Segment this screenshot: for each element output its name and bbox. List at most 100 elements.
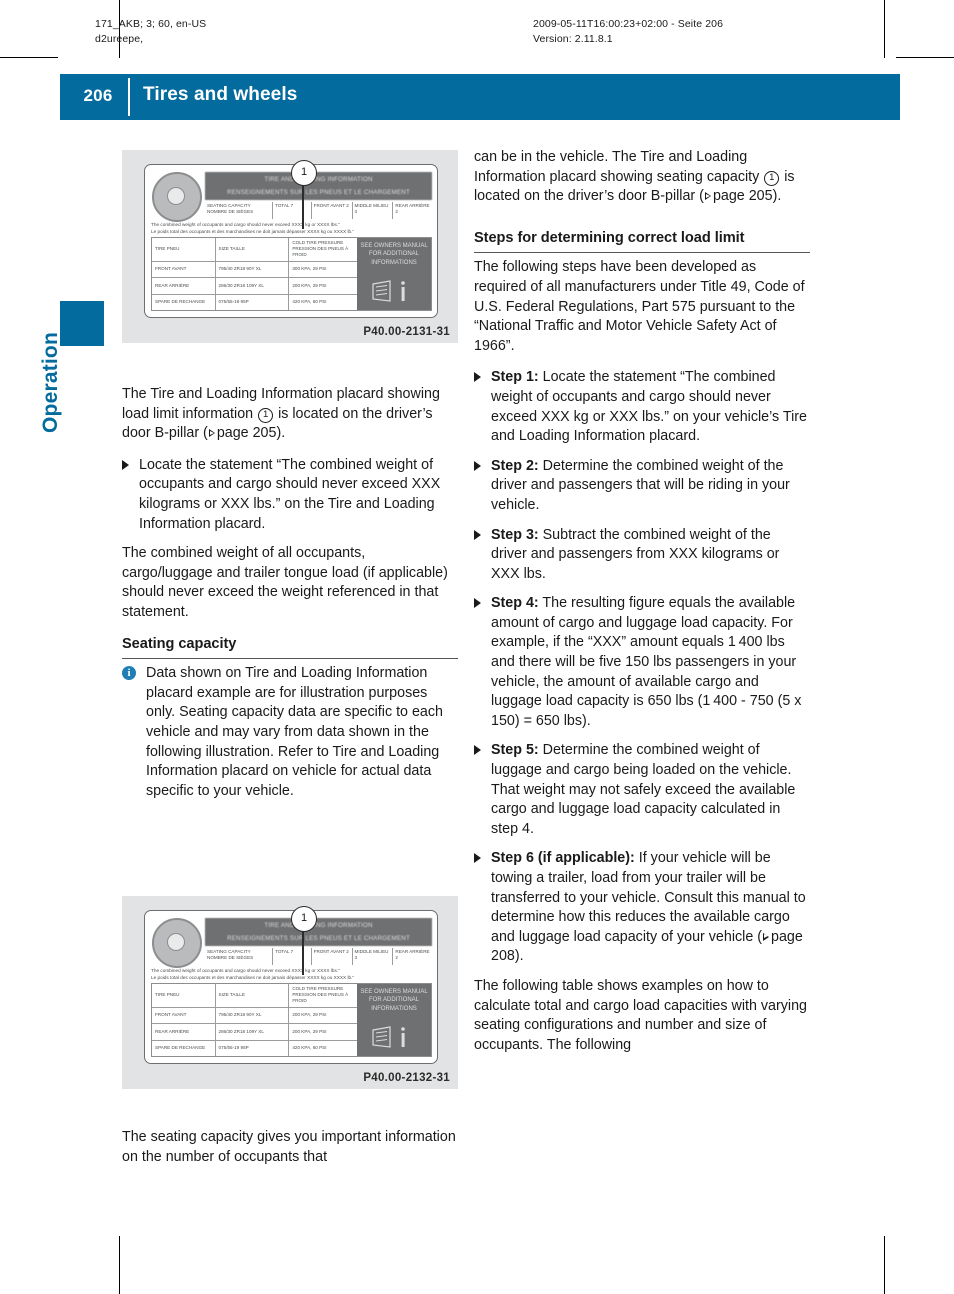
left-column: The Tire and Loading Information placard… [122, 385, 458, 813]
left-paragraph-seating-capacity-info: The seating capacity gives you important… [122, 1129, 456, 1165]
right-paragraph-placard-seating: can be in the vehicle. The Tire and Load… [474, 148, 810, 207]
info-icon: i [122, 666, 136, 681]
step-item-1: Step 1: Locate the statement “The combin… [474, 368, 810, 446]
cross-reference-icon [208, 429, 215, 438]
running-head-right: 2009-05-11T16:00:23+02:00 - Seite 206 Ve… [533, 17, 723, 47]
seat-cell-label: REAR ARRIÈRE [395, 203, 430, 208]
placard-title: TIRE AND LOADING INFORMATION RENSEIGNEME… [205, 918, 432, 946]
step-text: Locate the statement “The combined weigh… [491, 369, 808, 445]
placard-pressure-table: TIRE PNEU SIZE TAILLE COLD TIRE PRESSURE… [151, 983, 432, 1057]
left-paragraph-combined-weight: The combined weight of all occupants, ca… [122, 545, 448, 620]
table-cell-tire: REAR ARRIÈRE [152, 278, 216, 294]
table-cell-size: 075/55-19 95P [216, 294, 290, 311]
table-cell-pressure: 200 KPA, 29 PSI [292, 282, 327, 288]
bullet-arrow-icon [474, 372, 481, 383]
crop-mark-bottom-left-vertical [119, 1236, 120, 1294]
seat-cell-value: 3 [354, 209, 358, 214]
table-cell-size: 286/30 ZR18 109Y XL [216, 1024, 290, 1040]
manual-text: SEE OWNERS MANUAL FOR ADDITIONAL INFORMA… [360, 243, 428, 266]
step-text: The resulting figure equals the availabl… [491, 595, 802, 729]
seat-cell-label: MIDDLE MILIEU [354, 949, 389, 954]
table-cell-size: 795/40 ZR18 90Y XL [216, 1007, 290, 1024]
version-line: Version: 2.11.8.1 [533, 33, 613, 45]
step-label: Step 2: [491, 457, 539, 474]
table-cell-size: SIZE TAILLE [216, 984, 290, 1007]
placard-weight-statement: The combined weight of occupants and car… [151, 221, 432, 235]
left-bullet-locate-statement: Locate the statement “The combined weigh… [122, 456, 458, 534]
figure-frame: TIRE AND LOADING INFORMATION RENSEIGNEME… [122, 896, 458, 1089]
cross-reference-link[interactable]: page 205 [713, 188, 773, 204]
cross-reference-link[interactable]: page 205 [217, 425, 277, 441]
table-row: TIRE PNEU SIZE TAILLE COLD TIRE PRESSURE… [152, 984, 357, 1008]
table-row: REAR ARRIÈRE 286/30 ZR18 109Y XL 200 KPA… [152, 278, 357, 295]
table-cell-tire: SPARE DE RECHANGE [152, 1040, 216, 1057]
text-run: ). [514, 948, 524, 965]
step-item-2: Step 2: Determine the combined weight of… [474, 457, 810, 516]
table-row: FRONT AVANT 795/40 ZR18 90Y XL 300 KPA, … [152, 261, 357, 279]
seat-cell-label: REAR ARRIÈRE [395, 949, 430, 954]
table-cell-pressure: COLD TIRE PRESSURE PRESSION DES PNEUS À … [292, 986, 349, 1004]
statement-fr: Le poids total des occupants et des marc… [151, 975, 355, 980]
cross-reference-icon [763, 932, 770, 941]
figure-tire-loading-placard-seating-capacity: TIRE AND LOADING INFORMATION RENSEIGNEME… [122, 896, 458, 1089]
table-cell-pressure: 300 KPA, 29 PSI [292, 266, 327, 272]
right-paragraph-table-intro: The following table shows examples on ho… [474, 977, 807, 1053]
table-row: SPARE DE RECHANGE 075/55-19 95P 420 KPA,… [152, 1040, 357, 1057]
callout-leader-line [302, 183, 304, 229]
text-run: ). [772, 188, 782, 205]
bullet-arrow-icon [474, 598, 481, 609]
step-label: Step 3: [491, 526, 539, 543]
document-user-line: d2ureepe, [95, 33, 144, 45]
callout-reference-1: 1 [258, 407, 274, 423]
seat-cell-value: 3 [354, 955, 358, 960]
step-label: Step 5: [491, 742, 539, 759]
table-cell-tire: TIRE PNEU [152, 238, 216, 261]
placard-illustration: TIRE AND LOADING INFORMATION RENSEIGNEME… [144, 906, 438, 1064]
table-cell-pressure: 420 KPA, 60 PSI [292, 1045, 327, 1051]
statement-fr: Le poids total des occupants et des marc… [151, 229, 355, 234]
callout-leader-line [302, 929, 304, 975]
chapter-label: Operation [39, 332, 62, 433]
seating-capacity-label-fr: NOMBRE DE SIÈGES [207, 209, 254, 214]
callout-number-1: 1 [291, 906, 317, 932]
placard-title-en: TIRE AND LOADING INFORMATION [264, 922, 373, 929]
wheel-icon [152, 172, 202, 222]
step-label: Step 1: [491, 369, 539, 386]
seat-cell-value: 2 [395, 955, 398, 960]
placard-title-fr: RENSEIGNEMENTS SUR LES PNEUS ET LE CHARG… [227, 189, 410, 196]
left-paragraph-placard-location: The Tire and Loading Information placard… [122, 385, 458, 444]
step-item-3: Step 3: Subtract the combined weight of … [474, 526, 810, 585]
text-run: can be in the vehicle. The Tire and Load… [474, 149, 764, 185]
table-row: SPARE DE RECHANGE 075/55-19 95P 420 KPA,… [152, 294, 357, 311]
placard-title-fr: RENSEIGNEMENTS SUR LES PNEUS ET LE CHARG… [227, 935, 410, 942]
table-row: FRONT AVANT 795/40 ZR18 90Y XL 200 KPA, … [152, 1007, 357, 1025]
step-item-4: Step 4: The resulting figure equals the … [474, 594, 810, 731]
figure-caption: P40.00-2131-31 [363, 326, 450, 338]
step-label: Step 4: [491, 595, 539, 612]
placard-manual-panel: SEE OWNERS MANUAL FOR ADDITIONAL INFORMA… [357, 984, 431, 1056]
timestamp-line: 2009-05-11T16:00:23+02:00 - Seite 206 [533, 18, 724, 30]
header-divider [128, 78, 130, 116]
seat-cell-value: 7 [290, 203, 294, 208]
crop-mark-bottom-right-vertical [884, 1236, 885, 1294]
figure-caption: P40.00-2132-31 [363, 1072, 450, 1084]
seat-cell-value: 2 [395, 209, 398, 214]
table-cell-size: 075/55-19 95P [216, 1040, 290, 1057]
section-heading-load-limit-steps: Steps for determining correct load limit [474, 229, 810, 254]
bullet-arrow-icon [474, 745, 481, 756]
table-cell-tire: SPARE DE RECHANGE [152, 294, 216, 311]
right-paragraph-regulations: The following steps have been developed … [474, 259, 805, 354]
seat-cell-value: 2 [346, 949, 349, 954]
placard-table-body: TIRE PNEU SIZE TAILLE COLD TIRE PRESSURE… [152, 238, 357, 311]
manual-book-icon [372, 1026, 405, 1048]
manual-book-icon [372, 280, 405, 302]
bullet-arrow-icon [474, 460, 481, 471]
placard-pressure-table: TIRE PNEU SIZE TAILLE COLD TIRE PRESSURE… [151, 237, 432, 311]
page-number: 206 [83, 86, 113, 105]
info-note-seating-capacity: i Data shown on Tire and Loading Informa… [122, 664, 458, 801]
text-run: ). [276, 425, 286, 442]
table-row: REAR ARRIÈRE 286/30 ZR18 109Y XL 200 KPA… [152, 1024, 357, 1041]
placard-seating-row: SEATING CAPACITY NOMBRE DE SIÈGES TOTAL … [205, 948, 432, 965]
bullet-text: Locate the statement “The combined weigh… [139, 456, 441, 532]
placard-weight-statement: The combined weight of occupants and car… [151, 967, 432, 981]
